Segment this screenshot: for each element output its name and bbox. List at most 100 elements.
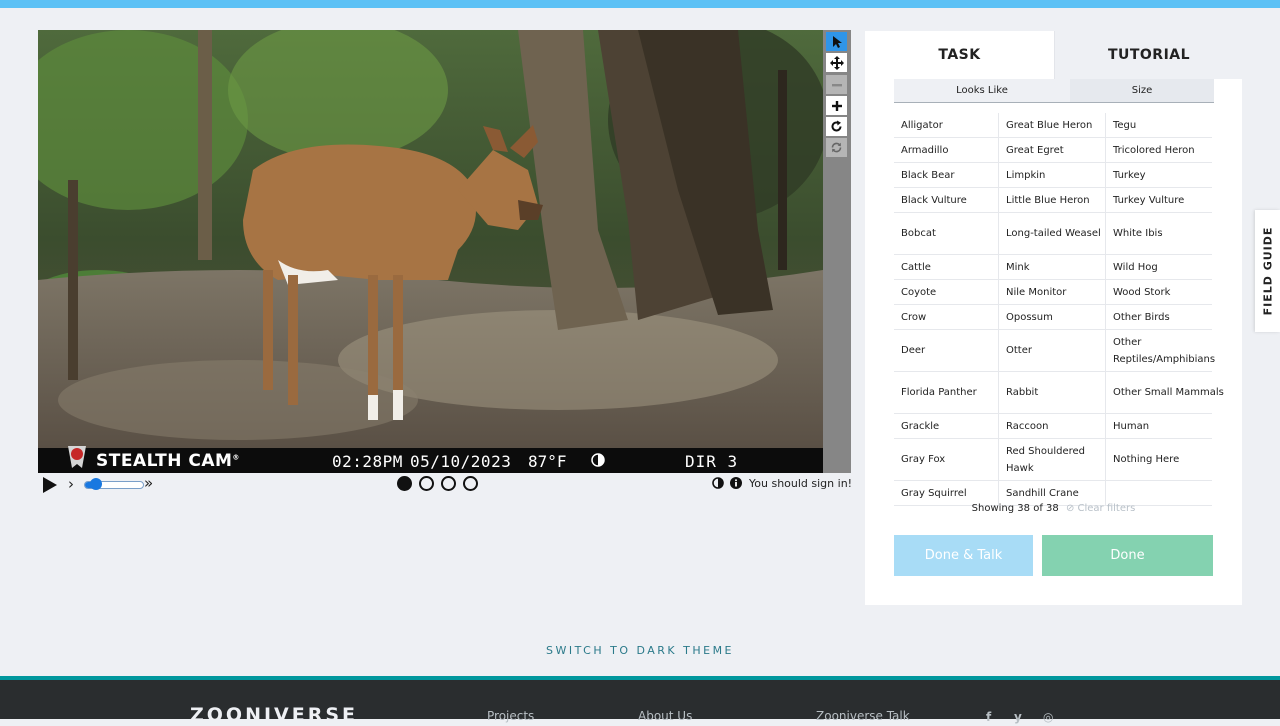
slow-down-button[interactable]: ›: [68, 475, 74, 493]
choice-great-egret[interactable]: Great Egret: [999, 138, 1106, 162]
zoom-in-button[interactable]: [826, 96, 847, 115]
choice-nile-monitor[interactable]: Nile Monitor: [999, 280, 1106, 304]
site-footer: ZOONIVERSE Projects About Us Zooniverse …: [0, 676, 1280, 726]
showing-count: Showing 38 of 38 ⊘ Clear filters: [865, 503, 1242, 514]
choice-armadillo[interactable]: Armadillo: [894, 138, 999, 162]
choice-little-blue-heron[interactable]: Little Blue Heron: [999, 188, 1106, 212]
pointer-icon: [832, 35, 842, 48]
moon-phase-icon: [591, 453, 605, 467]
choice-white-ibis[interactable]: White Ibis: [1106, 213, 1226, 254]
choice-gray-squirrel[interactable]: Gray Squirrel: [894, 481, 999, 505]
choice-row: Alligator Great Blue Heron Tegu: [894, 113, 1212, 138]
choice-otter[interactable]: Otter: [999, 330, 1106, 371]
choice-human[interactable]: Human: [1106, 414, 1226, 438]
choice-limpkin[interactable]: Limpkin: [999, 163, 1106, 187]
footer-link-about[interactable]: About Us: [638, 709, 692, 723]
zoom-in-icon: [831, 100, 842, 111]
camera-time: 02:28PM: [332, 452, 403, 471]
reset-button[interactable]: [826, 138, 847, 157]
speed-up-button[interactable]: »: [144, 474, 153, 492]
subject-viewer: STEALTH CAM® 02:28PM 05/10/2023 87°F DIR…: [38, 30, 851, 473]
choice-red-shouldered-hawk[interactable]: Red Shouldered Hawk: [999, 439, 1106, 480]
frame-dot-2[interactable]: [419, 476, 434, 491]
facebook-icon[interactable]: f: [986, 710, 991, 724]
choice-other-birds[interactable]: Other Birds: [1106, 305, 1226, 329]
choice-other-reptiles-amphibians[interactable]: Other Reptiles/Amphibians: [1106, 330, 1226, 371]
footer-link-talk[interactable]: Zooniverse Talk: [816, 709, 910, 723]
choice-crow[interactable]: Crow: [894, 305, 999, 329]
task-panel: TASK TUTORIAL Looks Like Size Alligator G…: [865, 31, 1243, 605]
footer-link-projects[interactable]: Projects: [487, 709, 534, 723]
choice-tegu[interactable]: Tegu: [1106, 113, 1226, 137]
choice-turkey-vulture[interactable]: Turkey Vulture: [1106, 188, 1226, 212]
filter-size[interactable]: Size: [1070, 79, 1214, 102]
choice-tricolored-heron[interactable]: Tricolored Heron: [1106, 138, 1226, 162]
tab-task[interactable]: TASK: [865, 31, 1054, 79]
choice-cattle[interactable]: Cattle: [894, 255, 999, 279]
choice-wood-stork[interactable]: Wood Stork: [1106, 280, 1226, 304]
choice-other-small-mammals[interactable]: Other Small Mammals: [1106, 372, 1226, 413]
choice-raccoon[interactable]: Raccoon: [999, 414, 1106, 438]
pointer-tool-button[interactable]: [826, 32, 847, 51]
choice-gray-fox[interactable]: Gray Fox: [894, 439, 999, 480]
choice-row: Cattle Mink Wild Hog: [894, 255, 1212, 280]
frame-dot-4[interactable]: [463, 476, 478, 491]
choice-row: Coyote Nile Monitor Wood Stork: [894, 280, 1212, 305]
clear-filters-link[interactable]: ⊘ Clear filters: [1066, 503, 1135, 514]
choice-row: Armadillo Great Egret Tricolored Heron: [894, 138, 1212, 163]
info-icon[interactable]: [730, 477, 742, 489]
move-tool-button[interactable]: [826, 53, 847, 72]
zoom-out-icon: [831, 83, 842, 86]
filter-looks-like[interactable]: Looks Like: [894, 79, 1070, 102]
choice-grackle[interactable]: Grackle: [894, 414, 999, 438]
invert-icon[interactable]: [712, 477, 724, 489]
sign-in-notice: You should sign in!: [749, 477, 853, 490]
filter-bar: Looks Like Size: [894, 79, 1214, 103]
choice-florida-panther[interactable]: Florida Panther: [894, 372, 999, 413]
switch-theme-button[interactable]: SWITCH TO DARK THEME: [0, 644, 1280, 657]
choice-row: Florida Panther Rabbit Other Small Mammals: [894, 372, 1224, 414]
choice-nothing-here[interactable]: Nothing Here: [1106, 439, 1226, 480]
choice-row: Black Bear Limpkin Turkey: [894, 163, 1212, 188]
rotate-icon: [831, 120, 842, 132]
choice-coyote[interactable]: Coyote: [894, 280, 999, 304]
showing-count-text: Showing 38 of 38: [971, 503, 1059, 514]
choice-long-tailed-weasel[interactable]: Long-tailed Weasel: [999, 213, 1106, 254]
move-icon: [829, 55, 844, 70]
choice-row: Grackle Raccoon Human: [894, 414, 1212, 439]
choice-black-vulture[interactable]: Black Vulture: [894, 188, 999, 212]
choice-turkey[interactable]: Turkey: [1106, 163, 1226, 187]
choice-rabbit[interactable]: Rabbit: [999, 372, 1106, 413]
twitter-icon[interactable]: y: [1014, 710, 1022, 724]
choice-alligator[interactable]: Alligator: [894, 113, 999, 137]
done-button[interactable]: Done: [1042, 535, 1213, 576]
choice-great-blue-heron[interactable]: Great Blue Heron: [999, 113, 1106, 137]
playback-controls: › » You should sign in!: [38, 474, 853, 496]
done-and-talk-button[interactable]: Done & Talk: [894, 535, 1033, 576]
instagram-icon[interactable]: ◎: [1043, 710, 1053, 724]
choice-bobcat[interactable]: Bobcat: [894, 213, 999, 254]
frame-dot-3[interactable]: [441, 476, 456, 491]
speed-slider-thumb[interactable]: [90, 478, 102, 490]
play-icon[interactable]: [42, 476, 58, 494]
reset-icon: [831, 142, 842, 153]
zooniverse-logo[interactable]: ZOONIVERSE: [190, 704, 358, 726]
choice-empty: [1106, 481, 1226, 505]
field-guide-tab[interactable]: FIELD GUIDE: [1255, 210, 1280, 332]
choice-row: Black Vulture Little Blue Heron Turkey Vul…: [894, 188, 1212, 213]
camera-date: 05/10/2023: [410, 452, 512, 471]
image-toolbar: [823, 30, 851, 473]
rotate-button[interactable]: [826, 117, 847, 136]
choice-deer[interactable]: Deer: [894, 330, 999, 371]
choice-row: Deer Otter Other Reptiles/Amphibians: [894, 330, 1215, 372]
subject-image[interactable]: [38, 30, 823, 448]
choice-black-bear[interactable]: Black Bear: [894, 163, 999, 187]
zoom-out-button[interactable]: [826, 75, 847, 94]
choice-wild-hog[interactable]: Wild Hog: [1106, 255, 1226, 279]
choice-mink[interactable]: Mink: [999, 255, 1106, 279]
tab-tutorial[interactable]: TUTORIAL: [1054, 31, 1243, 79]
choice-opossum[interactable]: Opossum: [999, 305, 1106, 329]
camera-brand: STEALTH CAM®: [96, 451, 240, 471]
frame-dot-1[interactable]: [397, 476, 412, 491]
choice-sandhill-crane[interactable]: Sandhill Crane: [999, 481, 1106, 505]
